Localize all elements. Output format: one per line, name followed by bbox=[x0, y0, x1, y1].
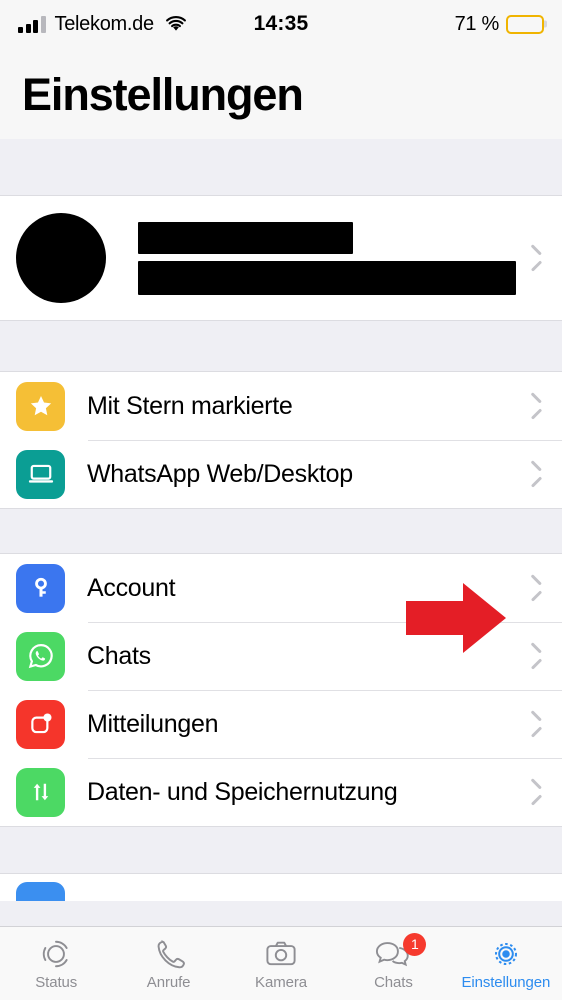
page-title: Einstellungen bbox=[22, 69, 304, 120]
chevron-right-icon bbox=[527, 395, 540, 417]
section-gap bbox=[0, 139, 562, 195]
chats-badge: 1 bbox=[403, 932, 427, 956]
settings-row-starred[interactable]: Mit Stern markierte bbox=[0, 372, 562, 440]
carrier-label: Telekom.de bbox=[54, 12, 155, 35]
settings-row-notifications[interactable]: Mitteilungen bbox=[0, 690, 562, 758]
settings-row-label: Account bbox=[87, 573, 176, 602]
profile-text bbox=[138, 221, 527, 295]
page-header: Einstellungen bbox=[0, 48, 562, 139]
tab-calls[interactable]: Anrufe bbox=[112, 927, 224, 1000]
section-gap bbox=[0, 321, 562, 371]
settings-row-label: Daten- und Speichernutzung bbox=[87, 777, 398, 806]
whatsapp-icon bbox=[16, 631, 65, 681]
battery-percent-label: 71 % bbox=[454, 12, 500, 35]
tab-label: Chats bbox=[374, 973, 413, 991]
data-transfer-icon bbox=[16, 767, 65, 817]
settings-group-2: Account Chats Mitteilungen Daten- und Sp… bbox=[0, 553, 562, 827]
camera-icon bbox=[264, 937, 298, 971]
wifi-icon bbox=[165, 15, 187, 33]
settings-row-label: Mitteilungen bbox=[87, 709, 219, 738]
settings-row-chats[interactable]: Chats bbox=[0, 622, 562, 690]
status-rings-icon bbox=[39, 937, 73, 971]
section-gap bbox=[0, 827, 562, 873]
cellular-signal-icon bbox=[18, 15, 46, 33]
chevron-right-icon bbox=[527, 713, 540, 735]
section-gap bbox=[0, 509, 562, 553]
profile-name-redacted bbox=[138, 221, 353, 254]
avatar bbox=[16, 213, 106, 303]
settings-row-whatsapp-web[interactable]: WhatsApp Web/Desktop bbox=[0, 440, 562, 508]
chevron-right-icon bbox=[527, 463, 540, 485]
settings-group-1: Mit Stern markierte WhatsApp Web/Desktop bbox=[0, 371, 562, 509]
status-bar-right: 71 % bbox=[455, 13, 544, 36]
status-bar-left: Telekom.de bbox=[18, 13, 187, 36]
blue-app-icon bbox=[16, 882, 65, 901]
settings-row-label: WhatsApp Web/Desktop bbox=[87, 459, 353, 488]
tab-label: Status bbox=[35, 973, 78, 991]
battery-icon bbox=[506, 14, 544, 34]
profile-row[interactable] bbox=[0, 196, 562, 320]
tab-settings[interactable]: Einstellungen bbox=[450, 927, 562, 1000]
chat-bubbles-icon: 1 bbox=[374, 932, 427, 971]
key-icon bbox=[16, 563, 65, 613]
settings-row-data-storage[interactable]: Daten- und Speichernutzung bbox=[0, 758, 562, 826]
laptop-icon bbox=[16, 449, 65, 499]
gear-icon bbox=[489, 937, 523, 971]
notification-icon bbox=[16, 699, 65, 749]
status-bar: Telekom.de 14:35 71 % bbox=[0, 0, 562, 48]
clock-label: 14:35 bbox=[253, 12, 309, 35]
profile-status-redacted bbox=[138, 260, 516, 295]
tab-label: Einstellungen bbox=[461, 973, 551, 991]
chevron-right-icon bbox=[527, 645, 540, 667]
settings-row-label: Chats bbox=[87, 641, 151, 670]
chevron-right-icon bbox=[527, 577, 540, 599]
chevron-right-icon bbox=[527, 781, 540, 803]
tab-camera[interactable]: Kamera bbox=[225, 927, 337, 1000]
settings-row-account[interactable]: Account bbox=[0, 554, 562, 622]
tab-label: Kamera bbox=[255, 973, 307, 991]
settings-group-3-partial bbox=[0, 873, 562, 901]
chevron-right-icon bbox=[527, 247, 540, 269]
profile-group bbox=[0, 195, 562, 321]
settings-list: Mit Stern markierte WhatsApp Web/Desktop bbox=[0, 139, 562, 901]
tab-label: Anrufe bbox=[146, 973, 191, 991]
star-icon bbox=[16, 381, 65, 431]
tab-status[interactable]: Status bbox=[0, 927, 112, 1000]
tab-chats[interactable]: 1 Chats bbox=[337, 927, 449, 1000]
phone-icon bbox=[153, 937, 185, 971]
settings-row-label: Mit Stern markierte bbox=[87, 391, 293, 420]
tab-bar: Status Anrufe Kamera 1 Chats Einstellung… bbox=[0, 926, 562, 1000]
